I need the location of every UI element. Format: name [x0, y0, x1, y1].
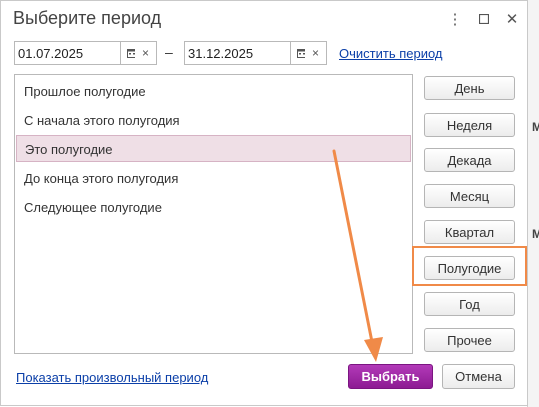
clear-period-link[interactable]: Очистить период	[339, 46, 443, 61]
list-item[interactable]: До конца этого полугодия	[16, 165, 411, 192]
end-date-value: 31.12.2025	[188, 46, 254, 61]
clear-end-date-button[interactable]: ×	[305, 41, 327, 65]
background-text-fragment: M	[532, 120, 539, 134]
list-item[interactable]: Следующее полугодие	[16, 194, 411, 221]
quarter-button[interactable]: Квартал	[424, 220, 515, 244]
day-button[interactable]: День	[424, 76, 515, 100]
preset-period-list: Прошлое полугодие С начала этого полугод…	[14, 74, 413, 354]
vertical-dots-icon[interactable]: ⋮	[445, 9, 465, 29]
decade-button[interactable]: Декада	[424, 148, 515, 172]
close-icon: ×	[141, 46, 149, 60]
clear-start-date-button[interactable]: ×	[135, 41, 157, 65]
close-icon: ×	[311, 46, 319, 60]
dialog-title: Выберите период	[13, 8, 162, 28]
other-button[interactable]: Прочее	[424, 328, 515, 352]
background-window-edge	[527, 0, 539, 407]
list-item[interactable]: Прошлое полугодие	[16, 78, 411, 105]
end-date-field[interactable]: 31.12.2025	[184, 41, 314, 65]
cancel-button[interactable]: Отмена	[442, 364, 515, 389]
month-button[interactable]: Месяц	[424, 184, 515, 208]
annotation-highlight-box	[412, 246, 527, 286]
list-item[interactable]: С начала этого полугодия	[16, 107, 411, 134]
custom-period-link[interactable]: Показать произвольный период	[16, 370, 208, 385]
week-button[interactable]: Неделя	[424, 113, 515, 137]
start-date-value: 01.07.2025	[18, 46, 84, 61]
background-text-fragment: M	[532, 227, 539, 241]
year-button[interactable]: Год	[424, 292, 515, 316]
date-separator: –	[165, 44, 173, 60]
select-button[interactable]: Выбрать	[348, 364, 433, 389]
maximize-icon[interactable]	[474, 9, 494, 29]
close-icon[interactable]: ✕	[502, 9, 522, 29]
start-date-field[interactable]: 01.07.2025	[14, 41, 144, 65]
period-dialog: Выберите период ⋮ ✕ 01.07.2025 × – 31.12…	[0, 0, 528, 406]
list-item-selected[interactable]: Это полугодие	[16, 135, 411, 162]
